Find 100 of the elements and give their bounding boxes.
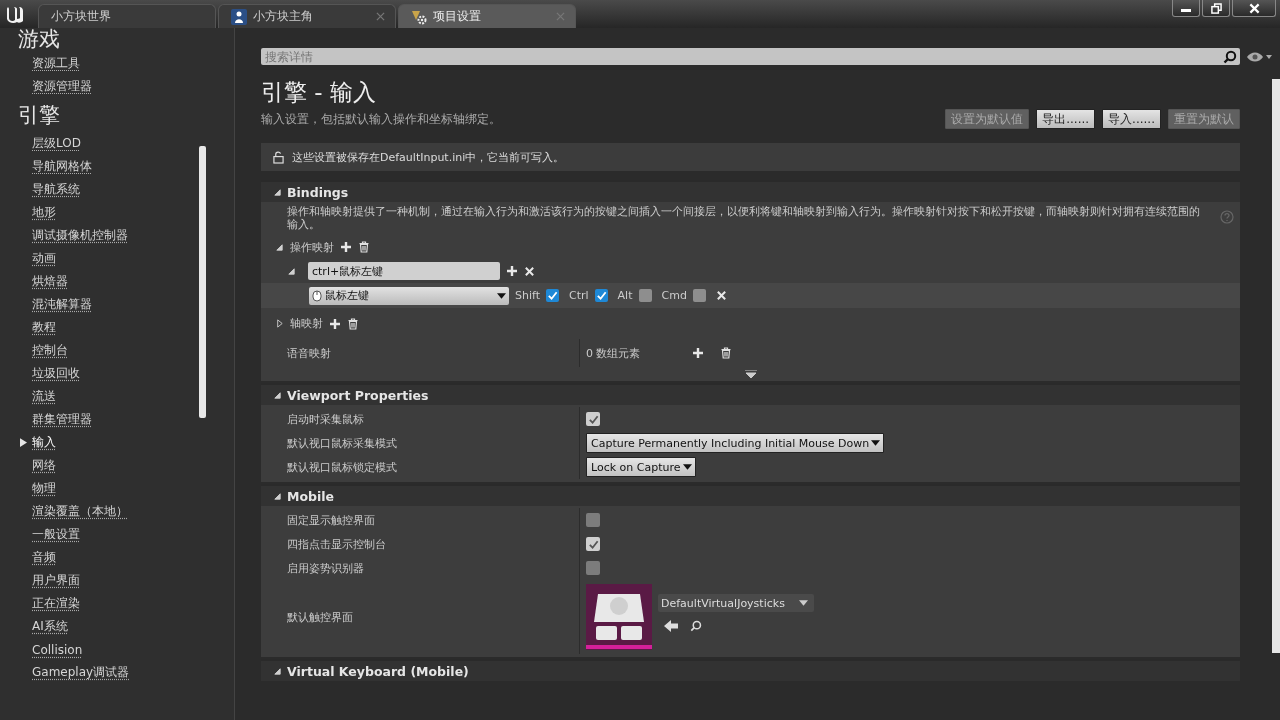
modifier-label: Alt: [617, 289, 633, 302]
section-heading: 游戏: [18, 28, 61, 50]
search-field[interactable]: 搜索详情: [261, 48, 1240, 65]
dropdown[interactable]: Lock on Capture: [586, 457, 696, 477]
settings-button[interactable]: 导入......: [1102, 109, 1161, 129]
key-dropdown[interactable]: 鼠标左键: [309, 286, 509, 305]
sidebar-link[interactable]: 调试摄像机控制器: [32, 227, 128, 244]
restore-icon: [1210, 2, 1222, 14]
property-label: 默认视口鼠标锁定模式: [287, 459, 397, 475]
sidebar-link[interactable]: 渲染覆盖（本地）: [32, 503, 128, 520]
add-icon[interactable]: [692, 347, 704, 359]
sidebar-link[interactable]: 资源工具: [32, 55, 80, 72]
category-header[interactable]: Virtual Keyboard (Mobile): [261, 659, 1240, 681]
sidebar-link[interactable]: 音频: [32, 549, 56, 566]
property-label: 固定显示触控界面: [287, 512, 375, 528]
editor-tab[interactable]: 小方块主角: [218, 4, 396, 28]
property-label: 启动时采集鼠标: [287, 411, 364, 427]
unlock-icon: [273, 150, 284, 164]
modifier-checkbox[interactable]: [594, 289, 608, 302]
category-header[interactable]: Mobile: [261, 484, 1240, 506]
array-count: 0 数组元素: [586, 345, 642, 361]
category-header[interactable]: Bindings: [261, 180, 1240, 202]
eye-icon[interactable]: [1246, 50, 1272, 63]
sidebar-link[interactable]: 烘焙器: [32, 273, 68, 290]
property-label: 默认视口鼠标采集模式: [287, 435, 397, 451]
property-label: 操作映射: [290, 239, 334, 255]
sidebar-link[interactable]: Collision: [32, 642, 83, 657]
sidebar-link[interactable]: 资源管理器: [32, 78, 92, 95]
search-icon: [1223, 50, 1237, 64]
sidebar-link[interactable]: 导航网格体: [32, 158, 92, 175]
checkbox[interactable]: [586, 537, 600, 551]
modifier-checkbox[interactable]: [546, 289, 559, 302]
mapping-name-field[interactable]: ctrl+鼠标左键: [308, 262, 500, 280]
checkbox[interactable]: [586, 561, 600, 575]
expand-arrow-icon[interactable]: [744, 370, 757, 378]
logo-icon[interactable]: [5, 4, 25, 24]
trash-icon[interactable]: [358, 241, 370, 253]
bindings-description: 操作和轴映射提供了一种机制，通过在输入行为和激活该行为的按键之间插入一个间接层，以便利将键和轴映射到输入行为。操作映射针对按下和松开按键，而轴映射则针对拥有连续范围的输入。: [287, 205, 1200, 231]
sidebar-link[interactable]: 混沌解算器: [32, 296, 92, 313]
modifier-checkbox[interactable]: [692, 289, 706, 302]
sidebar-link[interactable]: AI系统: [32, 618, 68, 635]
category-header[interactable]: Viewport Properties: [261, 383, 1240, 405]
sidebar-link[interactable]: 垃圾回收: [32, 365, 80, 382]
trash-icon[interactable]: [347, 317, 359, 330]
sidebar-link[interactable]: 用户界面: [32, 572, 80, 589]
checkbox[interactable]: [586, 513, 600, 527]
collapse-triangle-icon[interactable]: [275, 242, 284, 252]
property-label: 默认触控界面: [287, 609, 353, 625]
scrollbar-thumb[interactable]: [199, 146, 206, 418]
page-title: 引擎 - 输入: [261, 78, 377, 107]
collapse-triangle-icon[interactable]: [273, 491, 282, 501]
collapse-triangle-icon[interactable]: [273, 390, 282, 400]
sidebar-link[interactable]: 教程: [32, 319, 56, 336]
sidebar-link[interactable]: 地形: [32, 204, 56, 221]
settings-button[interactable]: 导出......: [1036, 109, 1096, 129]
add-icon[interactable]: [329, 317, 341, 330]
mouse-icon: [312, 289, 322, 302]
add-icon[interactable]: [506, 265, 518, 277]
section-heading: 引擎: [18, 102, 61, 129]
arrow-left-icon[interactable]: [664, 620, 678, 632]
sidebar-link[interactable]: 网络: [32, 457, 56, 474]
sidebar-link[interactable]: 物理: [32, 480, 56, 497]
restore-button[interactable]: [1202, 0, 1230, 17]
scrollbar-thumb[interactable]: [1272, 79, 1280, 653]
modifier-label: Ctrl: [569, 289, 589, 302]
collapse-triangle-icon[interactable]: [287, 266, 296, 276]
trash-icon[interactable]: [720, 347, 732, 359]
sidebar-link[interactable]: 动画: [32, 250, 56, 267]
property-label: 语音映射: [287, 345, 331, 361]
modifier-label: Shift: [515, 289, 540, 302]
sidebar-link[interactable]: 层级LOD: [32, 135, 81, 152]
joystick-thumbnail-icon: [586, 584, 652, 650]
property-label: 轴映射: [290, 316, 323, 331]
collapse-triangle-icon[interactable]: [273, 187, 282, 197]
sidebar-link[interactable]: 正在渲染: [32, 595, 80, 612]
sidebar-link[interactable]: 流送: [32, 388, 56, 405]
collapse-triangle-icon[interactable]: [273, 666, 282, 676]
asset-dropdown[interactable]: DefaultVirtualJoysticks: [658, 594, 814, 612]
minimize-button[interactable]: [1172, 0, 1200, 17]
editor-tab[interactable]: 小方块世界: [38, 4, 216, 28]
sidebar-link[interactable]: 导航系统: [32, 181, 80, 198]
close-button[interactable]: [1232, 0, 1276, 17]
modifier-checkbox[interactable]: [638, 289, 652, 302]
sidebar-link[interactable]: 输入: [32, 434, 56, 451]
add-icon[interactable]: [340, 241, 352, 253]
figure-icon: [231, 8, 247, 25]
modifier-label: Cmd: [661, 289, 687, 302]
property-label: 启用姿势识别器: [287, 560, 364, 576]
checkbox[interactable]: [586, 412, 600, 426]
expand-triangle-icon[interactable]: [275, 319, 284, 328]
close-icon: [1248, 2, 1260, 14]
sidebar-link[interactable]: 控制台: [32, 342, 68, 359]
sidebar-link[interactable]: 一般设置: [32, 526, 80, 543]
caret-icon: [871, 440, 881, 446]
editor-tab[interactable]: 项目设置: [398, 4, 576, 28]
dropdown[interactable]: Capture Permanently Including Initial Mouse Down: [586, 433, 885, 453]
caret-icon: [497, 292, 506, 299]
search-icon[interactable]: [690, 620, 702, 632]
sidebar-link[interactable]: 群集管理器: [32, 411, 92, 428]
sidebar-link[interactable]: Gameplay调试器: [32, 664, 130, 681]
